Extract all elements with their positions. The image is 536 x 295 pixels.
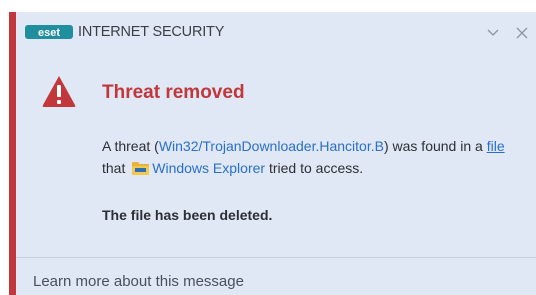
- windows-explorer-link[interactable]: Windows Explorer: [152, 160, 265, 176]
- close-icon[interactable]: [511, 22, 533, 44]
- eset-logo: eset: [25, 25, 73, 39]
- logo-text: eset: [38, 27, 60, 39]
- footer-divider: [16, 257, 536, 258]
- notification-header: eset INTERNET SECURITY: [16, 12, 536, 53]
- msg-prefix: A threat (: [102, 138, 159, 154]
- file-link[interactable]: file: [487, 138, 505, 154]
- learn-more-link[interactable]: Learn more about this message: [33, 273, 244, 290]
- threat-name-link[interactable]: Win32/TrojanDownloader.Hancitor.B: [159, 138, 384, 154]
- chevron-down-icon[interactable]: [482, 22, 504, 44]
- alert-status: The file has been deleted.: [102, 207, 273, 223]
- warning-triangle-icon: [41, 74, 77, 108]
- msg-suffix: tried to access.: [265, 160, 364, 176]
- alert-message: A threat (Win32/TrojanDownloader.Hancito…: [102, 135, 522, 179]
- msg-mid1: ) was found in a: [383, 138, 487, 154]
- msg-mid2: that: [102, 160, 130, 176]
- app-title: INTERNET SECURITY: [78, 24, 225, 40]
- alert-title: Threat removed: [102, 82, 245, 103]
- notification-window: eset INTERNET SECURITY Threat removed A …: [9, 12, 536, 295]
- windows-explorer-folder-icon: [132, 159, 150, 175]
